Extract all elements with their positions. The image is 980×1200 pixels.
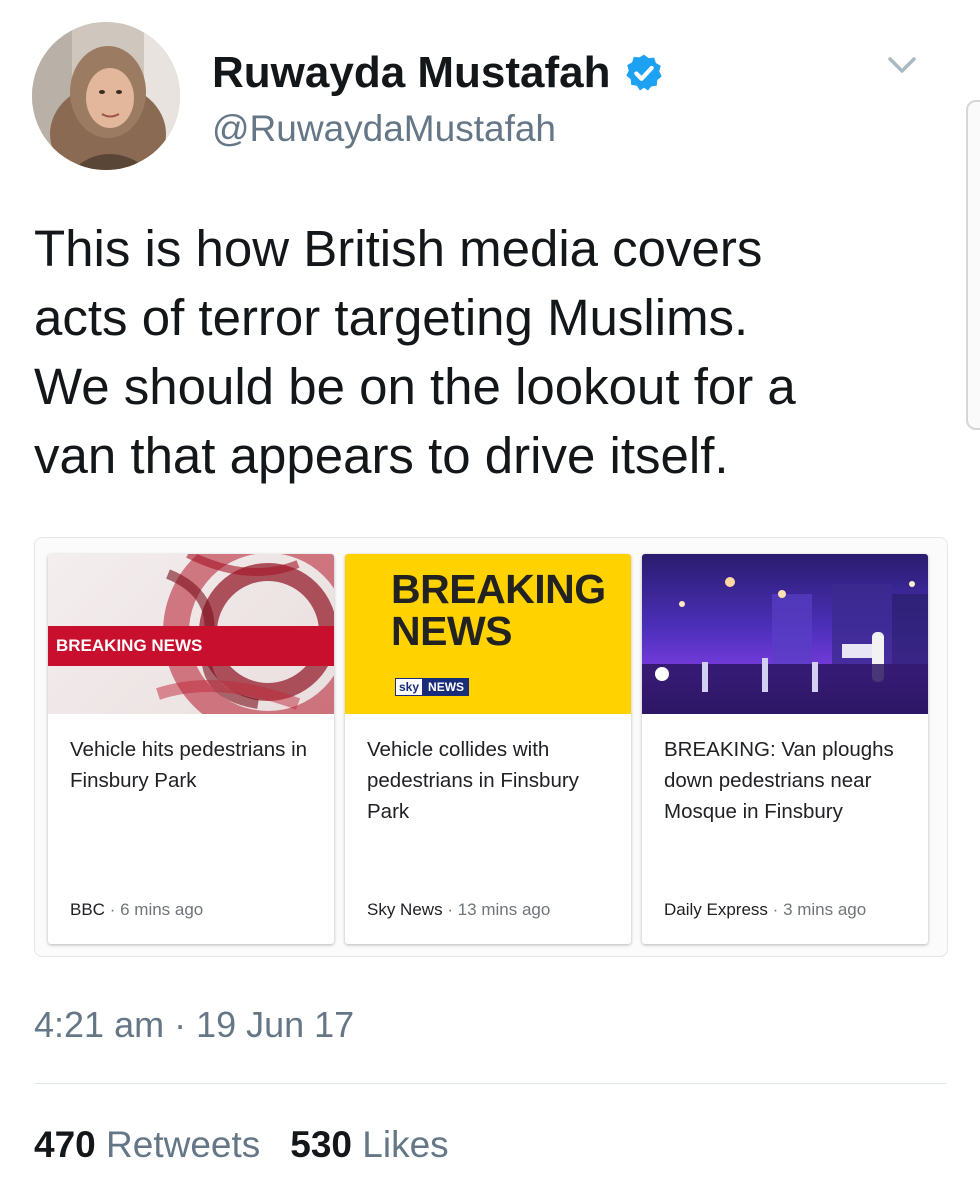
news-thumbnail [642, 554, 928, 714]
retweets-stat[interactable]: 470 Retweets [34, 1124, 260, 1165]
breaking-news-banner: BREAKING NEWS [48, 626, 334, 666]
breaking-news-label: BREAKING NEWS [56, 636, 203, 655]
news-card[interactable]: BREAKING NEWS Vehicle hits pedestrians i… [48, 554, 334, 944]
separator-dot: · [447, 900, 453, 919]
tweet-text-line: We should be on the lookout for a [34, 358, 796, 415]
divider [34, 1083, 946, 1084]
tweet-text-line: This is how British media covers [34, 220, 763, 277]
news-source-line: Sky News · 13 mins ago [367, 900, 550, 920]
news-headline[interactable]: Vehicle collides with pedestrians in Fin… [367, 734, 617, 827]
avatar[interactable] [32, 22, 180, 170]
tweet-screen: Ruwayda Mustafah @RuwaydaMustafah This i… [0, 0, 980, 1200]
news-source: BBC [70, 900, 105, 919]
news-age: 13 mins ago [457, 900, 551, 919]
retweets-count: 470 [34, 1124, 96, 1165]
tweet-text: This is how British media covers acts of… [34, 214, 954, 490]
likes-stat[interactable]: 530 Likes [290, 1124, 448, 1165]
attached-image-news-carousel[interactable]: BREAKING NEWS Vehicle hits pedestrians i… [34, 537, 948, 957]
breaking-news-title: BREAKING NEWS [391, 566, 606, 654]
sky-logo-text: sky [395, 678, 424, 696]
display-name-text: Ruwayda Mustafah [212, 48, 611, 97]
news-card[interactable]: BREAKING: Van ploughs down pedestrians n… [642, 554, 928, 944]
chevron-down-icon[interactable] [882, 50, 922, 80]
news-card[interactable]: BREAKING NEWS sky NEWS Vehicle collides … [345, 554, 631, 944]
tweet-timestamp[interactable]: 4:21 am · 19 Jun 17 [34, 1004, 354, 1046]
author-display-name[interactable]: Ruwayda Mustafah [212, 48, 665, 98]
tweet-stats: 470 Retweets 530 Likes [34, 1124, 449, 1166]
news-age: 3 mins ago [783, 900, 867, 919]
verified-badge-icon [625, 54, 662, 91]
likes-label: Likes [362, 1124, 449, 1165]
news-age: 6 mins ago [120, 900, 204, 919]
news-thumbnail: BREAKING NEWS sky NEWS [345, 554, 631, 714]
author-handle[interactable]: @RuwaydaMustafah [212, 108, 556, 150]
news-headline[interactable]: Vehicle hits pedestrians in Finsbury Par… [70, 734, 320, 796]
news-headline[interactable]: BREAKING: Van ploughs down pedestrians n… [664, 734, 914, 827]
news-logo-text: NEWS [423, 678, 470, 696]
separator-dot: · [772, 900, 779, 919]
likes-count: 530 [290, 1124, 352, 1165]
news-thumbnail: BREAKING NEWS [48, 554, 334, 714]
scroll-edge [966, 100, 980, 430]
retweets-label: Retweets [106, 1124, 261, 1165]
sky-news-logo: sky NEWS [395, 678, 470, 696]
news-source-line: BBC · 6 mins ago [70, 900, 203, 920]
news-source: Sky News [367, 900, 443, 919]
tweet-text-line: van that appears to drive itself. [34, 427, 729, 484]
news-source-line: Daily Express · 3 mins ago [664, 900, 866, 920]
tweet-text-line: acts of terror targeting Muslims. [34, 289, 749, 346]
street-scene-photo [642, 577, 928, 714]
separator-dot: · [109, 900, 116, 919]
profile-photo [32, 22, 180, 170]
news-source: Daily Express [664, 900, 768, 919]
